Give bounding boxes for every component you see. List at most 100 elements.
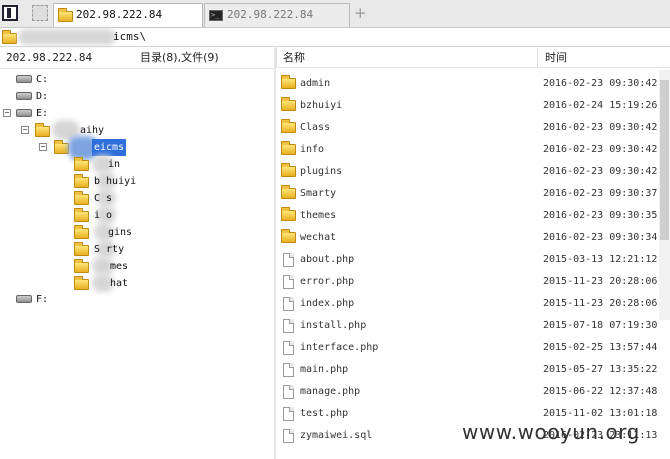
drive-icon xyxy=(16,109,32,117)
path-text: icms\ xyxy=(113,30,147,43)
tree-label: D: xyxy=(36,91,49,102)
file-time: 2015-11-23 20:28:06 xyxy=(543,276,658,287)
tree-item-f[interactable]: F: xyxy=(0,291,270,308)
file-time: 2015-06-22 12:37:48 xyxy=(543,386,658,397)
collapse-toggle-icon[interactable]: − xyxy=(39,143,47,151)
tree-item-selected[interactable]: − eicms xyxy=(0,136,270,160)
tree-item[interactable]: hat xyxy=(0,274,270,292)
file-row[interactable]: admin 2016-02-23 09:30:42 xyxy=(276,73,670,95)
folder-icon xyxy=(281,141,296,155)
collapse-toggle-icon[interactable]: − xyxy=(3,109,11,117)
file-name: install.php xyxy=(300,320,367,331)
file-name: themes xyxy=(300,210,337,221)
file-name: info xyxy=(300,144,325,155)
column-header-time[interactable]: 时间 xyxy=(537,48,670,68)
folder-icon xyxy=(74,157,89,171)
file-row[interactable]: about.php 2015-03-13 12:21:12 xyxy=(276,249,670,271)
file-time: 2015-07-18 07:19:30 xyxy=(543,320,658,331)
folder-icon xyxy=(74,191,89,205)
file-row[interactable]: plugins 2016-02-23 09:30:42 xyxy=(276,161,670,183)
file-row[interactable]: Class 2016-02-23 09:30:42 xyxy=(276,117,670,139)
file-time: 2016-02-23 09:30:42 xyxy=(543,166,658,177)
tab-label: 202.98.222.84 xyxy=(76,8,163,21)
file-row[interactable]: bzhuiyi 2016-02-24 15:19:26 xyxy=(276,95,670,117)
tree-label: gins xyxy=(108,227,133,238)
file-name: bzhuiyi xyxy=(300,100,343,111)
file-row[interactable]: interface.php 2015-02-25 13:57:44 xyxy=(276,337,670,359)
tree-item[interactable]: gins xyxy=(0,223,270,241)
tree-label: mes xyxy=(110,261,129,272)
tab-active-host[interactable]: 202.98.222.84 xyxy=(53,3,203,27)
column-header-name[interactable]: 名称 xyxy=(276,48,536,68)
folder-icon xyxy=(2,30,17,44)
file-icon xyxy=(283,341,294,355)
file-name: wechat xyxy=(300,232,337,243)
file-icon xyxy=(283,429,294,443)
tree-label: in xyxy=(108,159,121,170)
file-time: 2015-03-13 12:21:12 xyxy=(543,254,658,265)
file-name: interface.php xyxy=(300,342,379,353)
file-icon xyxy=(283,385,294,399)
file-icon xyxy=(283,363,294,377)
tree-label: eicms xyxy=(92,139,127,156)
file-row[interactable]: manage.php 2015-06-22 12:37:48 xyxy=(276,381,670,403)
folder-icon xyxy=(74,259,89,273)
path-bar[interactable]: icms\ xyxy=(0,28,670,47)
file-name: plugins xyxy=(300,166,343,177)
file-row[interactable]: install.php 2015-07-18 07:19:30 xyxy=(276,315,670,337)
folder-icon xyxy=(35,123,50,137)
file-time: 2015-02-25 13:57:44 xyxy=(543,342,658,353)
file-name: index.php xyxy=(300,298,355,309)
file-time: 2016-02-23 09:30:42 xyxy=(543,144,658,155)
tree-label: S rty xyxy=(94,244,125,255)
drive-icon xyxy=(16,92,32,100)
file-name: error.php xyxy=(300,276,355,287)
file-row[interactable]: index.php 2015-11-23 20:28:06 xyxy=(276,293,670,315)
drive-icon xyxy=(16,75,32,83)
terminal-icon xyxy=(209,4,223,26)
tree-item[interactable]: b huiyi xyxy=(0,172,270,190)
tree-label: C: xyxy=(36,74,49,85)
file-row[interactable]: wechat 2016-02-23 09:30:34 xyxy=(276,227,670,249)
file-time: 2015-05-27 13:35:22 xyxy=(543,364,658,375)
file-icon xyxy=(283,319,294,333)
folder-icon xyxy=(281,97,296,111)
file-name: Smarty xyxy=(300,188,337,199)
file-row[interactable]: error.php 2015-11-23 20:28:06 xyxy=(276,271,670,293)
file-time: 2016-02-23 09:30:37 xyxy=(543,188,658,199)
file-icon xyxy=(283,297,294,311)
tree-item-e[interactable]: − E: xyxy=(0,105,270,122)
host-label: 202.98.222.84 xyxy=(6,51,93,64)
tab-terminal-host[interactable]: 202.98.222.84 xyxy=(204,3,350,27)
tree-item-aihy[interactable]: − aihy xyxy=(0,120,270,140)
tab-label: 202.98.222.84 xyxy=(227,8,314,21)
folder-open-icon xyxy=(54,140,69,154)
tree-item[interactable]: in xyxy=(0,155,270,173)
panel-toggle-icon[interactable] xyxy=(2,5,18,21)
file-row[interactable]: main.php 2015-05-27 13:35:22 xyxy=(276,359,670,381)
redacted-area xyxy=(18,29,116,45)
file-time: 2016-02-23 09:30:42 xyxy=(543,78,658,89)
tree-item-d[interactable]: D: xyxy=(0,88,270,105)
file-name: main.php xyxy=(300,364,349,375)
file-name: zymaiwei.sql xyxy=(300,430,373,441)
tree-item[interactable]: S rty xyxy=(0,240,270,258)
collapse-toggle-icon[interactable]: − xyxy=(21,126,29,134)
tree-item[interactable]: mes xyxy=(0,257,270,275)
tree-label: F: xyxy=(36,294,49,305)
file-row[interactable]: Smarty 2016-02-23 09:30:37 xyxy=(276,183,670,205)
file-row[interactable]: themes 2016-02-23 09:30:35 xyxy=(276,205,670,227)
folder-icon xyxy=(74,276,89,290)
file-name: Class xyxy=(300,122,331,133)
tree-item-c[interactable]: C: xyxy=(0,71,270,88)
folder-icon xyxy=(281,163,296,177)
file-row[interactable]: info 2016-02-23 09:30:42 xyxy=(276,139,670,161)
window-icon[interactable] xyxy=(32,5,48,21)
new-tab-button[interactable]: + xyxy=(354,4,367,22)
tree-item[interactable]: i o xyxy=(0,206,270,224)
scrollbar-thumb[interactable] xyxy=(660,80,669,240)
item-count: 目录(8),文件(9) xyxy=(140,51,219,64)
tree-label: hat xyxy=(110,278,129,289)
tree-item[interactable]: C s xyxy=(0,189,270,207)
file-name: test.php xyxy=(300,408,349,419)
